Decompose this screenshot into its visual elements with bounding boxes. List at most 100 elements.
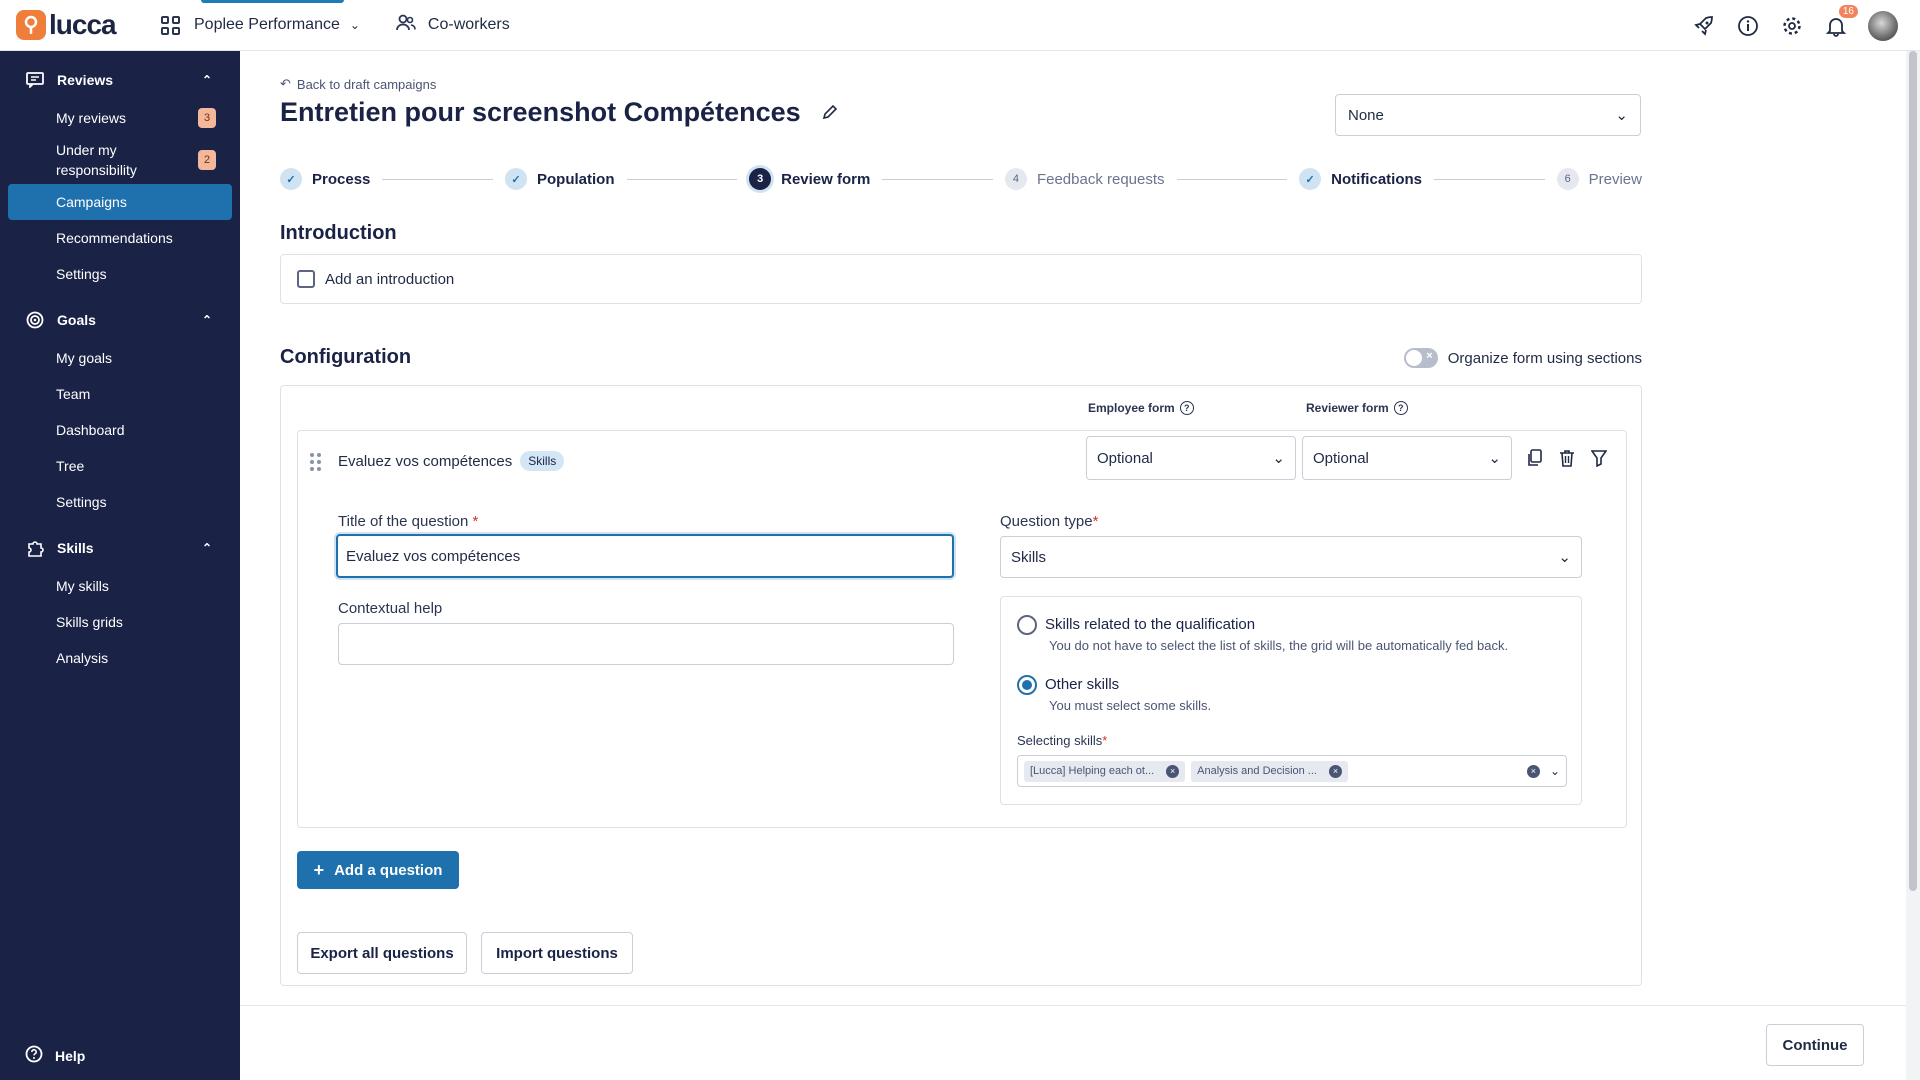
rocket-icon[interactable] bbox=[1692, 14, 1716, 38]
step-preview[interactable]: 6 Preview bbox=[1556, 168, 1642, 190]
contextual-help-label: Contextual help bbox=[338, 600, 443, 617]
step-process[interactable]: ✓ Process bbox=[280, 168, 370, 190]
skills-multiselect[interactable]: [Lucca] Helping each ot... × Analysis and… bbox=[1017, 755, 1567, 787]
reviewer-form-header: Reviewer form ? bbox=[1306, 401, 1408, 415]
skill-chip-label: [Lucca] Helping each ot... bbox=[1030, 765, 1155, 777]
selecting-skills-label: Selecting skills* bbox=[1017, 733, 1107, 748]
sidebar-group-label: Reviews bbox=[57, 72, 114, 88]
app-switcher[interactable]: Poplee Performance ⌄ bbox=[161, 0, 360, 51]
skills-options-box: Skills related to the qualification You … bbox=[1000, 596, 1582, 805]
remove-chip-icon[interactable]: × bbox=[1328, 764, 1342, 778]
chevron-down-icon[interactable]: ⌄ bbox=[1550, 764, 1560, 778]
user-avatar[interactable] bbox=[1868, 10, 1898, 41]
selecting-skills-label-text: Selecting skills bbox=[1017, 733, 1103, 748]
sidebar-item-my-goals[interactable]: My goals bbox=[0, 340, 240, 376]
back-label: Back to draft campaigns bbox=[296, 76, 437, 92]
step-connector bbox=[382, 178, 493, 180]
employee-form-value: Optional bbox=[1097, 449, 1153, 467]
employee-form-label: Employee form bbox=[1088, 401, 1175, 415]
step-connector bbox=[1434, 178, 1545, 180]
sidebar-item-settings[interactable]: Settings bbox=[0, 256, 240, 292]
question-title-input[interactable]: Evaluez vos compétences bbox=[336, 534, 954, 578]
sidebar-item-recommendations[interactable]: Recommendations bbox=[0, 220, 240, 256]
introduction-checkbox-label: Add an introduction bbox=[325, 270, 455, 288]
question-type-select[interactable]: Skills ⌄ bbox=[1000, 536, 1582, 578]
step-notifications[interactable]: ✓ Notifications bbox=[1299, 168, 1422, 190]
question-mark-icon[interactable]: ? bbox=[1179, 401, 1194, 415]
back-link[interactable]: ↶ Back to draft campaigns bbox=[280, 76, 436, 92]
gear-icon[interactable] bbox=[1780, 14, 1804, 38]
sections-toggle[interactable]: × bbox=[1403, 348, 1438, 368]
sidebar-item-skills-grids[interactable]: Skills grids bbox=[0, 604, 240, 640]
sidebar-item-label: My goals bbox=[56, 350, 113, 366]
bell-icon[interactable]: 16 bbox=[1824, 4, 1858, 38]
introduction-checkbox[interactable] bbox=[297, 270, 315, 288]
lucca-logo[interactable]: lucca bbox=[16, 9, 134, 41]
count-badge: 3 bbox=[198, 108, 216, 128]
sidebar-group-reviews[interactable]: Reviews ⌃ bbox=[0, 60, 240, 100]
sidebar-help[interactable]: Help bbox=[25, 1045, 85, 1066]
sidebar-item-tree[interactable]: Tree bbox=[0, 448, 240, 484]
required-marker: * bbox=[472, 513, 479, 530]
sections-toggle-label: Organize form using sections bbox=[1447, 349, 1642, 367]
sidebar-item-my-reviews[interactable]: My reviews 3 bbox=[0, 100, 240, 136]
people-icon bbox=[396, 14, 416, 37]
sidebar-item-dashboard[interactable]: Dashboard bbox=[0, 412, 240, 448]
question-card: Evaluez vos compétences Skills Optional … bbox=[297, 430, 1627, 828]
info-icon[interactable] bbox=[1736, 14, 1760, 38]
sidebar-item-team[interactable]: Team bbox=[0, 376, 240, 412]
step-feedback-requests[interactable]: 4 Feedback requests bbox=[1004, 168, 1165, 190]
scrollbar-thumb[interactable] bbox=[1909, 51, 1917, 891]
sidebar-group-skills[interactable]: Skills ⌃ bbox=[0, 528, 240, 568]
puzzle-icon bbox=[25, 538, 45, 558]
import-questions-button[interactable]: Import questions bbox=[481, 932, 633, 974]
export-questions-button[interactable]: Export all questions bbox=[297, 932, 467, 974]
page-scrollbar[interactable] bbox=[1906, 51, 1920, 1080]
plus-icon: + bbox=[313, 859, 325, 880]
coworkers-link[interactable]: Co-workers bbox=[396, 14, 510, 37]
sidebar-item-analysis[interactable]: Analysis bbox=[0, 640, 240, 676]
top-bar: lucca Poplee Performance ⌄ Co-workers 16 bbox=[0, 0, 1920, 51]
question-mark-icon[interactable]: ? bbox=[1393, 401, 1408, 415]
add-question-label: Add a question bbox=[334, 861, 443, 879]
introduction-heading: Introduction bbox=[280, 222, 397, 244]
radio-skills-qualification[interactable] bbox=[1017, 615, 1037, 635]
configuration-box: Employee form ? Reviewer form ? Evaluez … bbox=[280, 385, 1642, 986]
sidebar-item-label: My reviews bbox=[56, 110, 127, 126]
step-label: Process bbox=[312, 170, 371, 188]
add-question-button[interactable]: + Add a question bbox=[297, 851, 459, 889]
question-header: Evaluez vos compétences Skills bbox=[338, 451, 565, 471]
filter-icon[interactable] bbox=[1590, 449, 1608, 467]
clear-icon: × bbox=[1526, 764, 1540, 778]
employee-form-select[interactable]: Optional ⌄ bbox=[1086, 436, 1296, 480]
continue-button[interactable]: Continue bbox=[1766, 1024, 1864, 1066]
title-field-label: Title of the question * bbox=[338, 513, 478, 530]
help-icon bbox=[25, 1045, 43, 1066]
chevron-down-icon: ⌄ bbox=[1272, 450, 1285, 467]
sidebar-item-label: Tree bbox=[56, 458, 85, 474]
remove-chip-icon[interactable]: × bbox=[1166, 764, 1180, 778]
drag-handle-icon[interactable] bbox=[310, 453, 321, 471]
contextual-help-input[interactable] bbox=[338, 623, 954, 665]
step-population[interactable]: ✓ Population bbox=[505, 168, 615, 190]
notifications-badge: 16 bbox=[1838, 4, 1858, 18]
clear-selection[interactable]: × bbox=[1526, 764, 1540, 778]
campaign-select[interactable]: None ⌄ bbox=[1335, 94, 1641, 136]
sidebar-item-under-my-responsibility[interactable]: Under my responsibility 2 bbox=[0, 136, 240, 184]
chevron-up-icon: ⌃ bbox=[201, 313, 212, 327]
pencil-icon[interactable] bbox=[821, 97, 839, 128]
radio-other-skills[interactable] bbox=[1017, 675, 1037, 695]
option1-description: You do not have to select the list of sk… bbox=[1049, 638, 1509, 653]
trash-icon[interactable] bbox=[1558, 449, 1576, 467]
duplicate-icon[interactable] bbox=[1526, 449, 1544, 467]
step-review-form[interactable]: 3 Review form bbox=[749, 168, 870, 190]
sidebar-item-campaigns[interactable]: Campaigns bbox=[8, 184, 232, 220]
sidebar-group-goals[interactable]: Goals ⌃ bbox=[0, 300, 240, 340]
step-number: 3 bbox=[749, 168, 772, 190]
reviewer-form-select[interactable]: Optional ⌄ bbox=[1302, 436, 1512, 480]
app-name: Poplee Performance bbox=[194, 16, 340, 33]
chevron-down-icon: ⌄ bbox=[1615, 107, 1628, 124]
sidebar-item-goals-settings[interactable]: Settings bbox=[0, 484, 240, 520]
sidebar-item-my-skills[interactable]: My skills bbox=[0, 568, 240, 604]
back-arrow-icon: ↶ bbox=[280, 76, 291, 91]
